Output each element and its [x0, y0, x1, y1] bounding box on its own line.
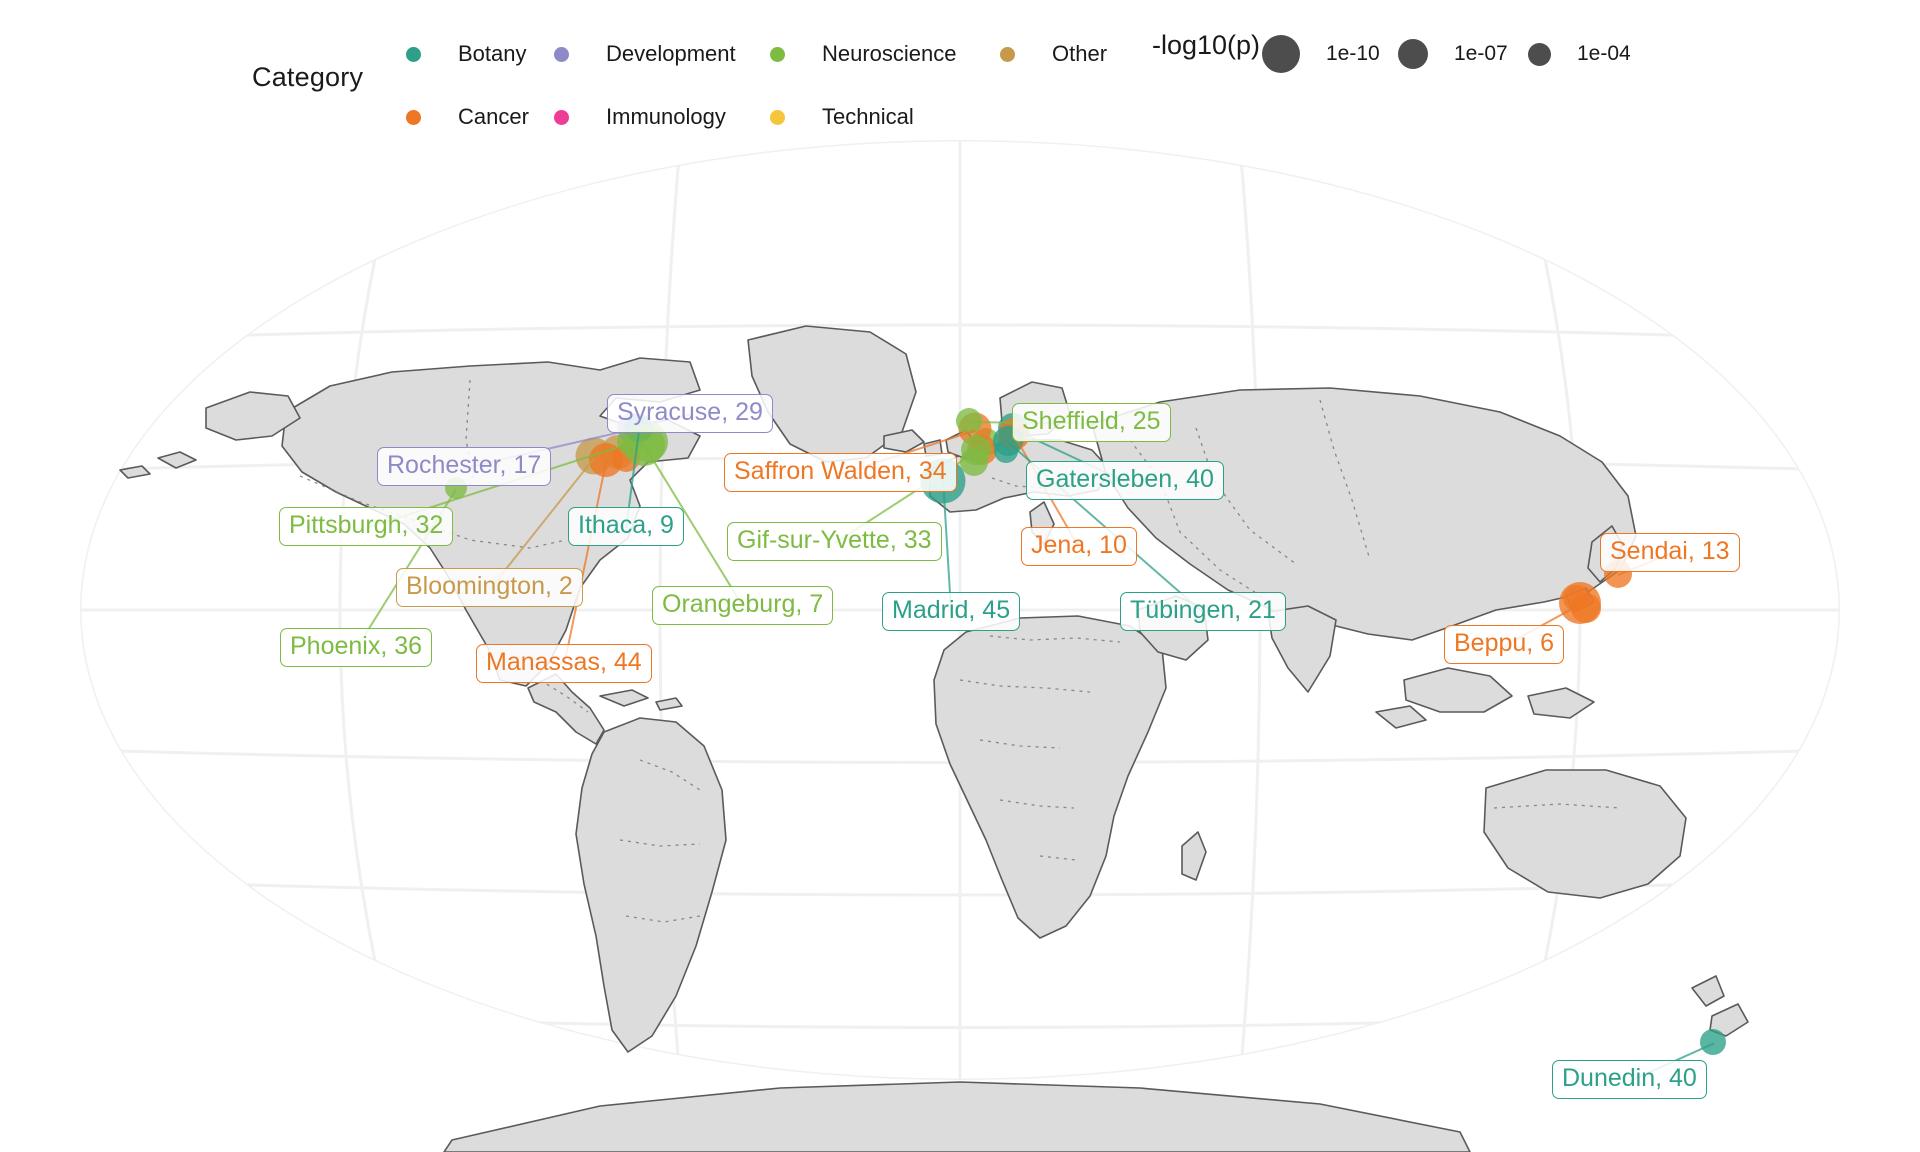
legend-item-label: Neuroscience: [822, 41, 957, 66]
city-label-bloomington[interactable]: Bloomington, 2: [396, 568, 583, 607]
size-swatch-icon: [1528, 42, 1551, 66]
city-label-orangeburg[interactable]: Orangeburg, 7: [652, 586, 834, 625]
legend-size-label: 1e-07: [1454, 42, 1508, 65]
legend-item-label: Development: [606, 41, 736, 66]
city-label-t-bingen[interactable]: Tübingen, 21: [1120, 592, 1286, 631]
city-label-gif-sur-yvette[interactable]: Gif-sur-Yvette, 33: [727, 522, 942, 561]
botany-swatch-icon: [406, 46, 421, 62]
legend-item-cancer[interactable]: Cancer: [406, 103, 529, 131]
city-label-rochester[interactable]: Rochester, 17: [377, 447, 552, 486]
city-label-sendai[interactable]: Sendai, 13: [1600, 533, 1740, 572]
city-label-sheffield[interactable]: Sheffield, 25: [1012, 403, 1171, 442]
legend-item-label: Technical: [822, 104, 914, 129]
legend-size-1e-04[interactable]: 1e-04: [1528, 31, 1631, 77]
city-label-ithaca[interactable]: Ithaca, 9: [568, 507, 684, 546]
city-label-pittsburgh[interactable]: Pittsburgh, 32: [279, 507, 454, 546]
technical-swatch-icon: [770, 109, 785, 125]
size-swatch-icon: [1262, 35, 1300, 73]
city-label-madrid[interactable]: Madrid, 45: [882, 592, 1021, 631]
development-swatch-icon: [554, 46, 569, 62]
size-swatch-icon: [1398, 39, 1428, 69]
immunology-swatch-icon: [554, 109, 569, 125]
legend-item-label: Immunology: [606, 104, 726, 129]
city-label-gatersleben[interactable]: Gatersleben, 40: [1026, 461, 1224, 500]
map-point-beppu[interactable]: [1559, 582, 1601, 624]
legend-size-label: 1e-04: [1577, 42, 1631, 65]
city-label-manassas[interactable]: Manassas, 44: [476, 644, 652, 683]
legend-item-immunology[interactable]: Immunology: [554, 103, 726, 131]
legend-size-label: 1e-10: [1326, 42, 1380, 65]
legend-item-development[interactable]: Development: [554, 40, 736, 68]
legend: Category Botany Cancer Development Immun…: [0, 0, 1920, 140]
legend-item-technical[interactable]: Technical: [770, 103, 914, 131]
cancer-swatch-icon: [406, 109, 421, 125]
legend-size-title: -log10(p): [1152, 30, 1261, 60]
city-label-beppu[interactable]: Beppu, 6: [1444, 625, 1565, 664]
other-swatch-icon: [1000, 46, 1015, 62]
legend-item-label: Cancer: [458, 104, 529, 129]
city-label-dunedin[interactable]: Dunedin, 40: [1552, 1060, 1707, 1099]
world-map: Syracuse, 29 Rochester, 17 Pittsburgh, 32 I…: [0, 140, 1920, 1152]
legend-size-1e-07[interactable]: 1e-07: [1398, 31, 1508, 77]
city-label-jena[interactable]: Jena, 10: [1021, 527, 1137, 566]
legend-category-title: Category: [252, 62, 364, 92]
map-point-manassas[interactable]: [589, 443, 623, 477]
city-label-syracuse[interactable]: Syracuse, 29: [607, 394, 773, 433]
legend-item-label: Botany: [458, 41, 527, 66]
legend-item-label: Other: [1052, 41, 1108, 66]
legend-size-1e-10[interactable]: 1e-10: [1262, 31, 1380, 77]
neuroscience-swatch-icon: [770, 46, 785, 62]
city-label-phoenix[interactable]: Phoenix, 36: [280, 628, 433, 667]
city-label-saffron-walden[interactable]: Saffron Walden, 34: [724, 453, 957, 492]
legend-item-botany[interactable]: Botany: [406, 40, 527, 68]
legend-item-neuroscience[interactable]: Neuroscience: [770, 40, 957, 68]
legend-item-other[interactable]: Other: [1000, 40, 1107, 68]
